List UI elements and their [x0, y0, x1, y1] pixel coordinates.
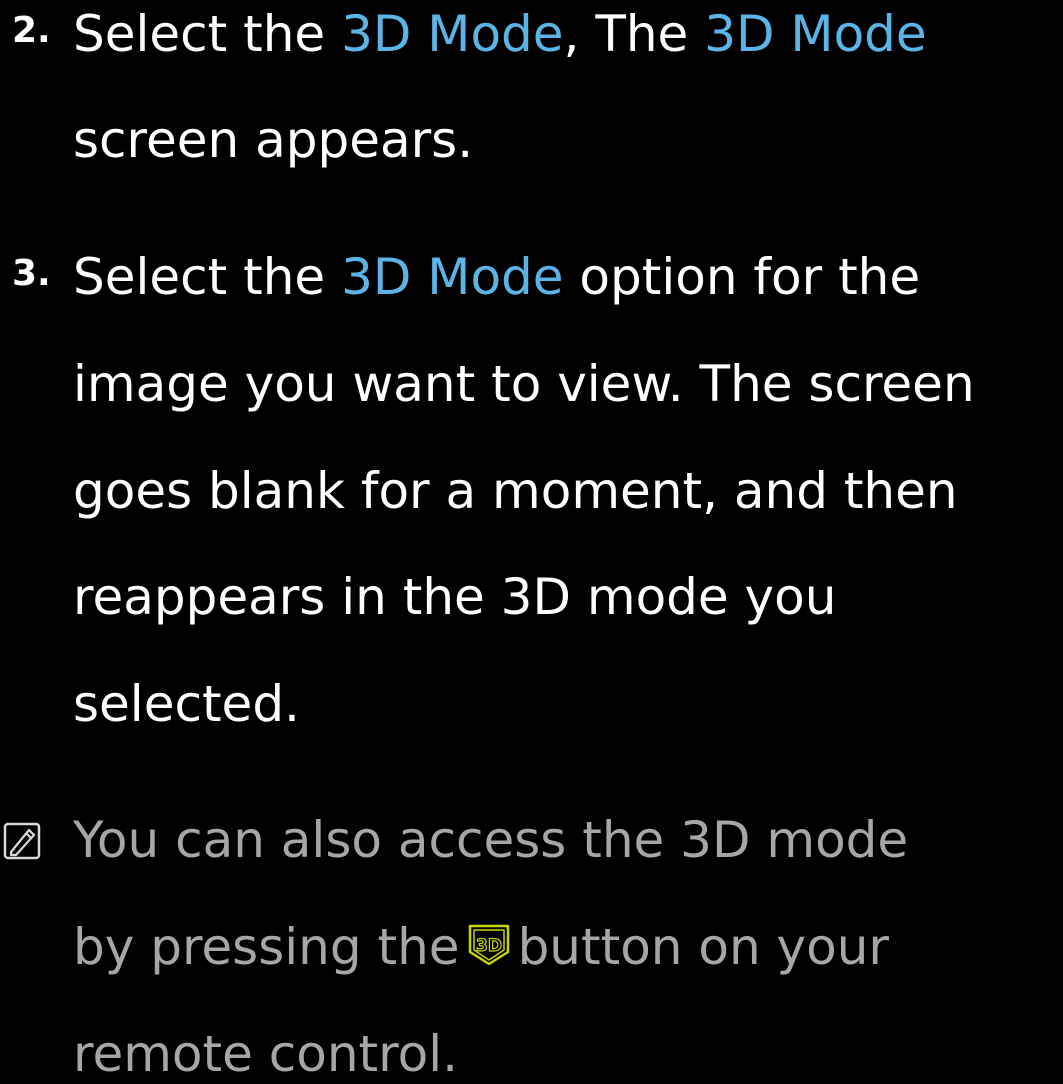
- step-3-line-4: reappears in the 3D mode you: [73, 568, 837, 626]
- step-2-line-2: screen appears.: [73, 111, 474, 169]
- note-line-1: You can also access the 3D mode: [73, 811, 909, 869]
- step-3-line-3: goes blank for a moment, and then: [73, 462, 958, 520]
- svg-text:3D: 3D: [476, 936, 502, 956]
- step-number: 2.: [12, 10, 51, 51]
- step-text: , The: [563, 5, 705, 63]
- 3d-button-icon: 3D: [468, 924, 509, 966]
- note-icon: [3, 822, 41, 860]
- step-3-line-5: selected.: [73, 675, 300, 733]
- step-3-line-1: Select the 3D Mode option for the: [73, 247, 920, 307]
- highlight-3d-mode: 3D Mode: [341, 5, 564, 63]
- note-text: by pressing the: [73, 918, 460, 976]
- note-line-3: remote control.: [73, 1025, 458, 1083]
- highlight-3d-mode: 3D Mode: [704, 5, 927, 63]
- step-number: 3.: [12, 253, 51, 294]
- step-2-line-1: Select the 3D Mode, The 3D Mode: [73, 4, 927, 64]
- step-text: Select the: [73, 248, 342, 306]
- manual-page: 2. Select the 3D Mode, The 3D Mode scree…: [0, 0, 1063, 1083]
- note-line-2: by pressing the 3D button on your: [73, 917, 889, 977]
- note-text: button on your: [517, 918, 889, 976]
- step-3-line-2: image you want to view. The screen: [73, 355, 975, 413]
- step-text: Select the: [73, 5, 342, 63]
- highlight-3d-mode: 3D Mode: [341, 248, 564, 306]
- step-text: option for the: [563, 248, 921, 306]
